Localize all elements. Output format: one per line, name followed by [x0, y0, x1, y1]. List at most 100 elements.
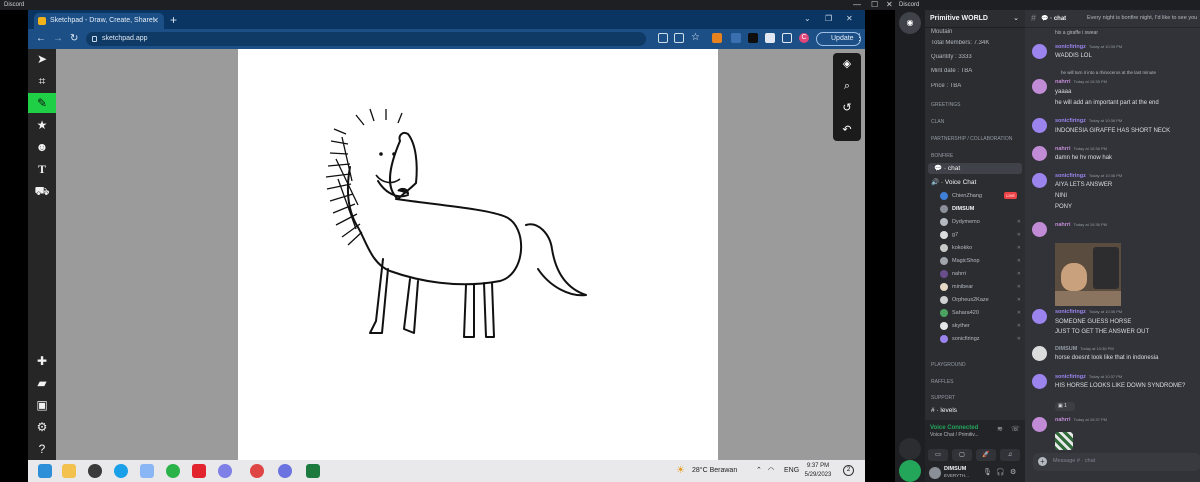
channel-info[interactable]: Moutain [925, 28, 1025, 36]
voice-user[interactable]: Sahara420 ✕ [940, 307, 1025, 319]
attach-plus-icon[interactable]: + [1038, 457, 1047, 466]
avatar[interactable] [1032, 374, 1047, 389]
voice-user[interactable]: skyther ✕ [940, 320, 1025, 332]
chrome-profile-icon[interactable] [250, 464, 264, 478]
new-tab-icon[interactable]: + [170, 13, 177, 27]
channel-levels[interactable]: # · levels [925, 407, 1025, 414]
voice-user[interactable]: kokokko ✕ [940, 242, 1025, 254]
avatar[interactable] [1032, 146, 1047, 161]
share-icon[interactable] [674, 33, 684, 43]
category-clan[interactable]: CLAN [925, 119, 1025, 125]
message-input[interactable]: + Message # · chat [1033, 453, 1200, 471]
voice-user[interactable]: Orpheus2Kaze ✕ [940, 294, 1025, 306]
chevron-down-icon[interactable]: ⌄ [804, 14, 811, 24]
maximize-icon[interactable]: ☐ [871, 0, 878, 10]
message-author[interactable]: nahrri Today at 10:36 PM [1055, 146, 1107, 152]
folder-icon[interactable]: ▰ [28, 373, 56, 393]
app-icon[interactable] [218, 464, 232, 478]
star-icon[interactable]: ★ [28, 115, 56, 135]
metamask-extension-icon[interactable] [712, 33, 722, 43]
help-icon[interactable]: ? [28, 439, 56, 459]
install-app-icon[interactable] [658, 33, 668, 43]
voice-user[interactable]: sonicfiringz ✕ [940, 333, 1025, 345]
discord-taskbar-icon[interactable] [278, 464, 292, 478]
reaction-chip[interactable]: ▣ 1 [1055, 402, 1075, 411]
category-raffles[interactable]: RAFFLES [925, 379, 1025, 385]
channel-info[interactable]: Quantity : 3333 [925, 54, 1025, 60]
activity-button[interactable]: 🚀 [976, 449, 996, 461]
voice-channel-path[interactable]: Voice Chat / Primitiv... [930, 432, 979, 438]
taskbar-clock[interactable]: 9:37 PM 5/29/2023 [798, 462, 838, 480]
message-sticker[interactable] [1055, 432, 1073, 450]
category-greetings[interactable]: GREETINGS [925, 102, 1025, 108]
excel-icon[interactable] [306, 464, 320, 478]
noise-suppression-icon[interactable]: ≋ [997, 425, 1003, 433]
voice-status[interactable]: Voice Connected [930, 425, 978, 431]
message-author[interactable]: sonicfiringz Today at 10:36 PM [1055, 118, 1122, 124]
channel-chat-selected[interactable]: 💬 · chat [928, 163, 1022, 174]
zoom-icon[interactable]: ⌕ [833, 75, 861, 97]
voice-user[interactable]: minibear ✕ [940, 281, 1025, 293]
mic-icon[interactable]: 🎙 [983, 468, 992, 476]
discord-home-icon[interactable]: ◉ [899, 12, 921, 34]
side-panel-icon[interactable] [782, 33, 792, 43]
drawing-canvas[interactable] [238, 49, 718, 460]
camera-button[interactable]: ▭ [928, 449, 948, 461]
browser-tab-sketchpad[interactable]: Sketchpad - Draw, Create, Share! ✕ [34, 13, 164, 29]
update-button[interactable]: Update [816, 32, 861, 46]
headphones-icon[interactable]: 🎧 [996, 468, 1005, 476]
voice-user[interactable]: g7 ✕ [940, 229, 1025, 241]
address-bar[interactable]: sketchpad.app [86, 32, 646, 46]
channel-topic[interactable]: Every night is bonfire night, I'd like t… [1087, 15, 1197, 21]
profile-avatar[interactable]: C [799, 33, 809, 43]
chrome-icon[interactable] [166, 464, 180, 478]
pointer-icon[interactable]: ➤ [28, 49, 56, 69]
language-indicator[interactable]: ENG [784, 460, 799, 482]
forward-icon[interactable]: → [53, 32, 63, 46]
message-author[interactable]: sonicfiringz Today at 10:37 PM [1055, 374, 1122, 380]
avatar[interactable] [1032, 79, 1047, 94]
avatar[interactable] [1032, 417, 1047, 432]
restore-icon[interactable]: ❐ [825, 14, 832, 24]
disconnect-icon[interactable]: ☏ [1011, 425, 1020, 433]
bookmark-star-icon[interactable]: ☆ [691, 31, 700, 45]
category-playground[interactable]: PLAYGROUND [925, 362, 1025, 368]
avatar[interactable] [1032, 44, 1047, 59]
message-image[interactable] [1055, 243, 1121, 306]
brush-icon[interactable]: ✎ [28, 93, 56, 113]
anydesk-icon[interactable] [192, 464, 206, 478]
category-partnership[interactable]: PARTNERSHIP / COLLABORATION [925, 136, 1025, 142]
soundboard-button[interactable]: ♫ [1000, 449, 1020, 461]
history-icon[interactable]: ↺ [833, 97, 861, 119]
avatar[interactable] [1032, 173, 1047, 188]
message-author[interactable]: nahrri Today at 10:36 PM [1055, 222, 1107, 228]
network-icon[interactable]: ◠ [768, 460, 774, 482]
save-icon[interactable]: ▣ [28, 395, 56, 415]
reply-preview[interactable]: he will turn it into a rhinoceros at the… [1061, 70, 1156, 75]
server-icon[interactable] [899, 438, 921, 460]
voice-user[interactable]: Dydymemo ✕ [940, 216, 1025, 228]
snipping-tool-icon[interactable] [140, 464, 154, 478]
voice-user[interactable]: ChienZhang LIVE [940, 190, 1025, 202]
voice-user[interactable]: DIMSUM [940, 203, 1025, 215]
close-icon[interactable]: ✕ [886, 0, 893, 10]
add-icon[interactable]: ✚ [28, 351, 56, 371]
channel-info[interactable]: Price : TBA [925, 83, 1025, 89]
channel-info[interactable]: Total Members: 7.34K [925, 40, 1025, 46]
shield-extension-icon[interactable] [731, 33, 741, 43]
weather-icon[interactable]: ☀ [676, 460, 685, 482]
channel-info[interactable]: Mint date : TBA [925, 68, 1025, 74]
notification-badge[interactable]: 2 [843, 465, 854, 476]
extension-icon[interactable] [748, 33, 758, 43]
tray-chevron-icon[interactable]: ⌃ [756, 460, 762, 482]
server-header[interactable]: Primitive WORLD ⌄ [925, 10, 1025, 28]
message-author[interactable]: sonicfiringz Today at 10:36 PM [1055, 173, 1122, 179]
avatar[interactable] [1032, 222, 1047, 237]
message-author[interactable]: nahrri Today at 10:37 PM [1055, 417, 1107, 423]
voice-channel[interactable]: 🔊 · Voice Chat [925, 178, 1025, 186]
voice-user[interactable]: MagicShop ✕ [940, 255, 1025, 267]
screen-share-button[interactable]: ▢ [952, 449, 972, 461]
minimize-icon[interactable]: — [853, 0, 861, 10]
category-support[interactable]: SUPPORT [925, 395, 1025, 401]
avatar[interactable] [1032, 346, 1047, 361]
